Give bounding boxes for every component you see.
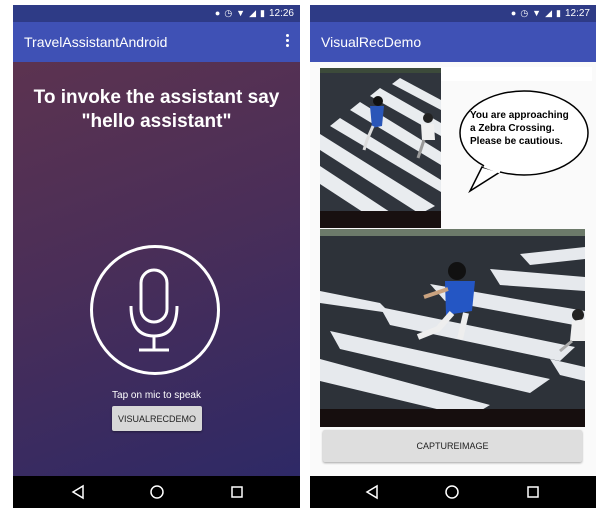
visualrecdemo-button[interactable]: VISUALRECDEMO xyxy=(112,406,202,431)
nav-recents-icon[interactable] xyxy=(513,476,553,508)
status-bar: ● ◷ ▼ ◢ ▮ 12:26 xyxy=(13,5,300,22)
captured-image-thumbnail xyxy=(320,68,441,228)
invoke-line-2: "hello assistant" xyxy=(81,111,232,132)
location-icon: ● xyxy=(510,8,517,18)
battery-icon: ▮ xyxy=(260,8,265,18)
signal-icon: ◢ xyxy=(249,8,257,18)
zebra-crossing-photo xyxy=(320,229,585,427)
wifi-icon: ▼ xyxy=(532,8,542,18)
nav-back-icon[interactable] xyxy=(353,476,393,508)
message-line-2: a Zebra Crossing. xyxy=(470,123,555,134)
status-bar: ● ◷ ▼ ◢ ▮ 12:27 xyxy=(310,5,596,22)
microphone-button[interactable] xyxy=(90,245,220,375)
app-bar: TravelAssistantAndroid xyxy=(13,22,300,62)
navigation-bar xyxy=(13,476,300,508)
app-bar: VisualRecDemo xyxy=(310,22,596,62)
captureimage-button[interactable]: CAPTUREIMAGE xyxy=(323,430,582,462)
nav-home-icon[interactable] xyxy=(137,476,177,508)
battery-icon: ▮ xyxy=(556,8,561,18)
alarm-icon: ◷ xyxy=(224,8,233,18)
app-title: VisualRecDemo xyxy=(321,34,422,50)
invoke-instruction: To invoke the assistant say "hello assis… xyxy=(13,86,300,134)
alarm-icon: ◷ xyxy=(520,8,529,18)
invoke-line-1: To invoke the assistant say xyxy=(33,87,280,108)
location-icon: ● xyxy=(214,8,221,18)
nav-back-icon[interactable] xyxy=(59,476,99,508)
navigation-bar xyxy=(310,476,596,508)
assistant-panel: To invoke the assistant say "hello assis… xyxy=(13,62,300,476)
nav-recents-icon[interactable] xyxy=(217,476,257,508)
wifi-icon: ▼ xyxy=(236,8,246,18)
app-title: TravelAssistantAndroid xyxy=(24,34,168,50)
nav-home-icon[interactable] xyxy=(432,476,472,508)
message-line-3: Please be cautious. xyxy=(470,136,563,147)
zebra-crossing-photo xyxy=(320,68,441,228)
captured-image-large xyxy=(320,229,585,427)
travel-assistant-screen: ● ◷ ▼ ◢ ▮ 12:26 TravelAssistantAndroid T… xyxy=(13,0,300,508)
status-time: 12:26 xyxy=(268,8,294,19)
overflow-menu-icon[interactable] xyxy=(286,34,290,50)
visual-rec-screen: ● ◷ ▼ ◢ ▮ 12:27 VisualRecDemo You are ap… xyxy=(310,0,596,508)
message-line-1: You are approaching xyxy=(470,110,569,121)
tap-hint: Tap on mic to speak xyxy=(112,390,201,401)
recognition-message: You are approaching a Zebra Crossing. Pl… xyxy=(470,109,580,148)
status-time: 12:27 xyxy=(564,8,590,19)
recognition-panel: You are approaching a Zebra Crossing. Pl… xyxy=(310,62,596,476)
signal-icon: ◢ xyxy=(545,8,553,18)
microphone-icon xyxy=(129,268,179,352)
